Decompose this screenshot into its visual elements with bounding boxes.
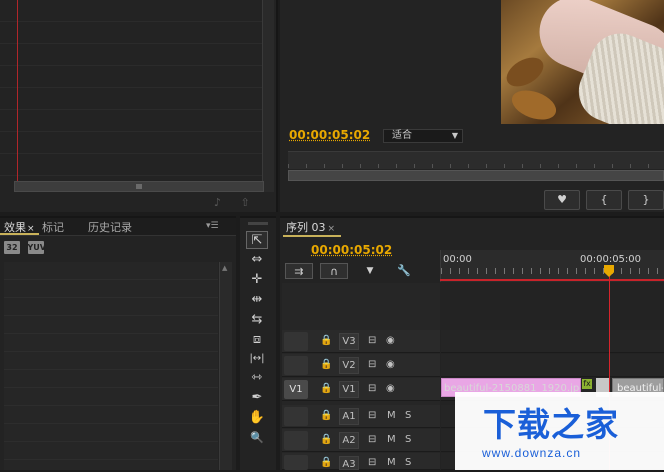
add-marker-icon[interactable]: ▼: [362, 263, 378, 279]
lock-icon[interactable]: 🔒: [320, 410, 332, 421]
insert-nest-icon[interactable]: ⇉: [285, 263, 313, 279]
source-patch-a1[interactable]: [284, 407, 308, 426]
eye-icon[interactable]: ◉: [386, 335, 395, 346]
solo-button[interactable]: S: [405, 434, 411, 445]
timeline-timecode[interactable]: 00:00:05:02: [311, 243, 392, 257]
ruler-ticks: [441, 268, 664, 274]
film-icon[interactable]: ⊟: [368, 335, 376, 346]
source-bottom-icons[interactable]: ♪ ⇧: [214, 196, 264, 210]
lock-icon[interactable]: 🔒: [320, 434, 332, 445]
tools-grip[interactable]: [248, 222, 268, 225]
ripple-edit-tool-icon[interactable]: ✛: [246, 271, 268, 289]
add-marker-button[interactable]: ♥: [544, 190, 580, 210]
lock-icon[interactable]: 🔒: [320, 359, 332, 370]
track-name-v2[interactable]: V2: [339, 357, 359, 374]
scroll-up-icon[interactable]: ▲: [222, 264, 227, 272]
active-tab-indicator: [283, 235, 341, 237]
work-area-bar[interactable]: [440, 279, 664, 281]
program-zoom-bar[interactable]: [288, 170, 664, 181]
effects-list[interactable]: [4, 262, 218, 470]
source-patch-v1[interactable]: V1: [284, 380, 308, 399]
mark-out-button[interactable]: }: [628, 190, 664, 210]
source-grid: [0, 0, 262, 180]
fit-dropdown-value: 适合: [392, 130, 412, 141]
panel-menu-icon[interactable]: ▾☰: [206, 221, 219, 231]
ruler-label-start: 00:00: [443, 254, 472, 265]
fx-badge[interactable]: fx: [582, 379, 592, 389]
source-patch-a2[interactable]: [284, 431, 308, 450]
lock-icon[interactable]: 🔒: [320, 457, 332, 468]
lock-icon[interactable]: 🔒: [320, 335, 332, 346]
watermark-url: www.downza.cn: [482, 446, 582, 460]
tab-markers[interactable]: 标记: [38, 220, 68, 235]
rate-stretch-tool-icon[interactable]: ⇆: [246, 311, 268, 329]
lock-icon[interactable]: 🔒: [320, 383, 332, 394]
mute-button[interactable]: M: [387, 410, 396, 421]
scroll-grip[interactable]: [136, 184, 142, 189]
fit-dropdown[interactable]: 适合 ▼: [383, 129, 463, 143]
source-patch-a3[interactable]: [284, 455, 308, 470]
mute-button[interactable]: M: [387, 434, 396, 445]
track-lane-v3[interactable]: [441, 330, 664, 353]
hand-tool-icon[interactable]: ✋: [246, 409, 268, 427]
program-time-ruler[interactable]: [288, 151, 664, 169]
razor-tool-icon[interactable]: ⧈: [246, 331, 268, 349]
program-timecode[interactable]: 00:00:05:02: [289, 128, 370, 142]
tab-effects[interactable]: 效果×: [0, 220, 39, 235]
film-icon[interactable]: ⊟: [368, 359, 376, 370]
film-icon[interactable]: ⊟: [368, 410, 376, 421]
film-icon[interactable]: ⊟: [368, 383, 376, 394]
effects-scrollbar[interactable]: ▲: [219, 262, 232, 470]
source-vertical-scrollbar[interactable]: [262, 0, 274, 192]
mute-button[interactable]: M: [387, 457, 396, 468]
pen-tool-icon[interactable]: ✒: [246, 389, 268, 407]
snap-icon[interactable]: ∩: [320, 263, 348, 279]
slide-tool-icon[interactable]: ⇿: [246, 369, 268, 387]
yuv-filter-icon[interactable]: YUV: [27, 241, 46, 254]
ruler-label-5s: 00:00:05:00: [580, 254, 642, 265]
effects-filter-icons: 32 YUV: [4, 240, 48, 254]
tab-history[interactable]: 历史记录: [84, 220, 136, 235]
effects-tab-bar: 效果× 标记 历史记录: [0, 218, 236, 236]
eye-icon[interactable]: ◉: [386, 383, 395, 394]
wrench-icon[interactable]: 🔧: [395, 263, 413, 279]
watermark-title: 下载之家: [483, 405, 619, 444]
close-icon[interactable]: ×: [27, 224, 35, 234]
eye-icon[interactable]: ◉: [386, 359, 395, 370]
slip-tool-icon[interactable]: |↔|: [246, 350, 268, 368]
source-horizontal-scrollbar[interactable]: [14, 181, 264, 192]
selection-tool-icon[interactable]: ⇱: [246, 231, 268, 249]
source-playhead-line: [17, 0, 18, 186]
mark-in-button[interactable]: {: [586, 190, 622, 210]
solo-button[interactable]: S: [405, 410, 411, 421]
track-name-a3[interactable]: A3: [339, 456, 359, 470]
track-name-a1[interactable]: A1: [339, 408, 359, 425]
track-select-tool-icon[interactable]: ⇔: [246, 251, 268, 269]
track-name-v3[interactable]: V3: [339, 333, 359, 350]
source-patch-v3[interactable]: [284, 332, 308, 351]
track-name-v1[interactable]: V1: [339, 381, 359, 398]
track-lane-v2[interactable]: [441, 354, 664, 377]
track-name-a2[interactable]: A2: [339, 432, 359, 449]
tab-sequence[interactable]: 序列 03 ×: [286, 219, 335, 235]
32bit-filter-icon[interactable]: 32: [4, 241, 20, 254]
close-icon[interactable]: ×: [328, 224, 336, 234]
film-icon[interactable]: ⊟: [368, 457, 376, 468]
source-patch-v2[interactable]: [284, 356, 308, 375]
chevron-down-icon: ▼: [451, 131, 458, 140]
zoom-tool-icon[interactable]: 🔍: [246, 429, 268, 447]
program-video-frame: [501, 0, 664, 124]
solo-button[interactable]: S: [405, 457, 411, 468]
rolling-edit-tool-icon[interactable]: ⇹: [246, 291, 268, 309]
film-icon[interactable]: ⊟: [368, 434, 376, 445]
